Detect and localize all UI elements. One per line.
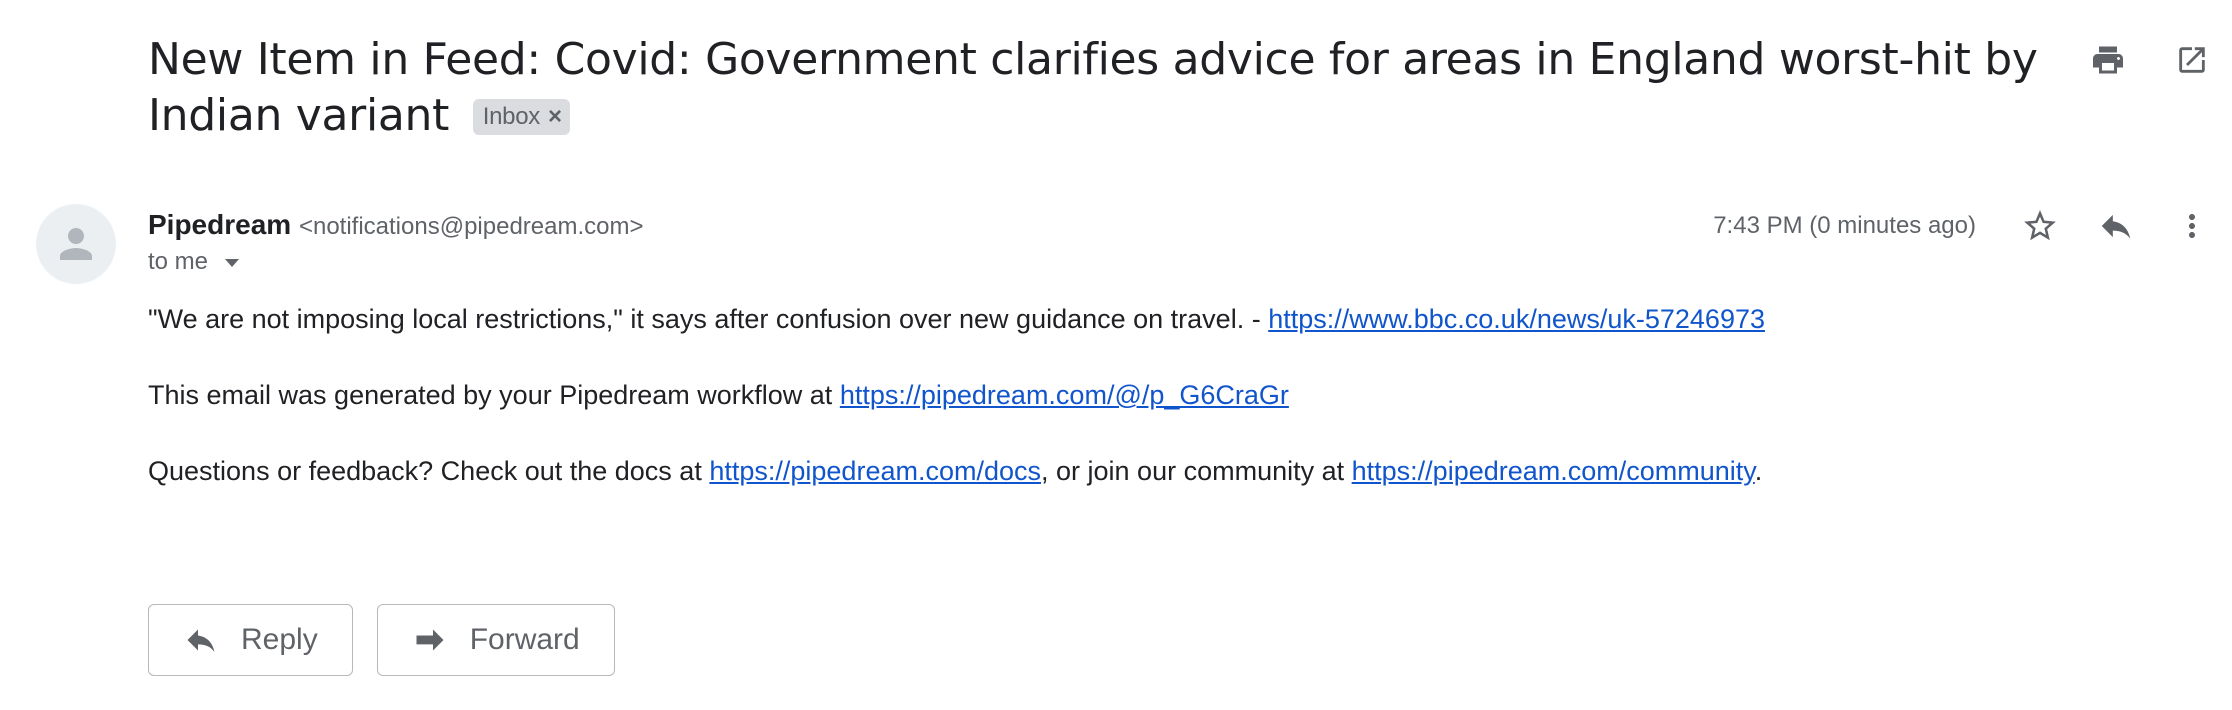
- message-body: "We are not imposing local restrictions,…: [148, 302, 1765, 530]
- reply-icon: [187, 629, 215, 652]
- timestamp: 7:43 PM (0 minutes ago): [1713, 212, 1976, 239]
- reply-button[interactable]: Reply: [148, 604, 353, 676]
- body-paragraph: "We are not imposing local restrictions,…: [148, 302, 1765, 336]
- person-icon: [60, 228, 92, 260]
- body-text: "We are not imposing local restrictions,…: [148, 304, 1269, 334]
- forward-button[interactable]: Forward: [376, 604, 615, 676]
- star-icon[interactable]: [2020, 206, 2060, 246]
- forward-label: Forward: [469, 623, 580, 656]
- subject-text: New Item in Feed: Covid: Government clar…: [148, 34, 2038, 141]
- sender-email: <notifications@pipedream.com>: [298, 213, 644, 240]
- workflow-link[interactable]: https://pipedream.com/@/p_G6CraGr: [840, 380, 1289, 410]
- body-paragraph: Questions or feedback? Check out the doc…: [148, 454, 1765, 488]
- body-text: Questions or feedback? Check out the doc…: [148, 456, 710, 486]
- label-text: Inbox: [482, 103, 541, 130]
- sender-avatar: [36, 204, 116, 284]
- community-link[interactable]: https://pipedream.com/community: [1352, 456, 1755, 486]
- print-icon[interactable]: [2088, 40, 2128, 80]
- email-subject: New Item in Feed: Covid: Government clar…: [148, 32, 2048, 144]
- docs-link[interactable]: https://pipedream.com/docs: [709, 456, 1041, 486]
- reply-label: Reply: [241, 623, 318, 656]
- message-meta: 7:43 PM (0 minutes ago): [1713, 206, 2212, 246]
- body-text: This email was generated by your Pipedre…: [148, 380, 840, 410]
- close-icon[interactable]: ×: [548, 100, 562, 134]
- subject-toolbar: [2088, 40, 2212, 80]
- caret-down-icon[interactable]: [222, 248, 242, 276]
- message-actions: Reply Forward: [148, 604, 615, 676]
- forward-icon: [416, 629, 444, 651]
- more-vert-icon[interactable]: [2172, 206, 2212, 246]
- inbox-label-chip: Inbox ×: [472, 99, 570, 135]
- recipient-text: to me: [148, 248, 209, 275]
- sender-line: Pipedream <notifications@pipedream.com>: [148, 208, 644, 244]
- bbc-article-link[interactable]: https://www.bbc.co.uk/news/uk-57246973: [1268, 304, 1765, 334]
- open-in-new-window-icon[interactable]: [2172, 40, 2212, 80]
- body-paragraph: This email was generated by your Pipedre…: [148, 378, 1765, 412]
- sender-name[interactable]: Pipedream: [148, 209, 291, 240]
- reply-icon[interactable]: [2096, 206, 2136, 246]
- recipient-line: to me: [148, 248, 242, 276]
- body-text: .: [1754, 456, 1763, 486]
- body-text: , or join our community at: [1041, 456, 1352, 486]
